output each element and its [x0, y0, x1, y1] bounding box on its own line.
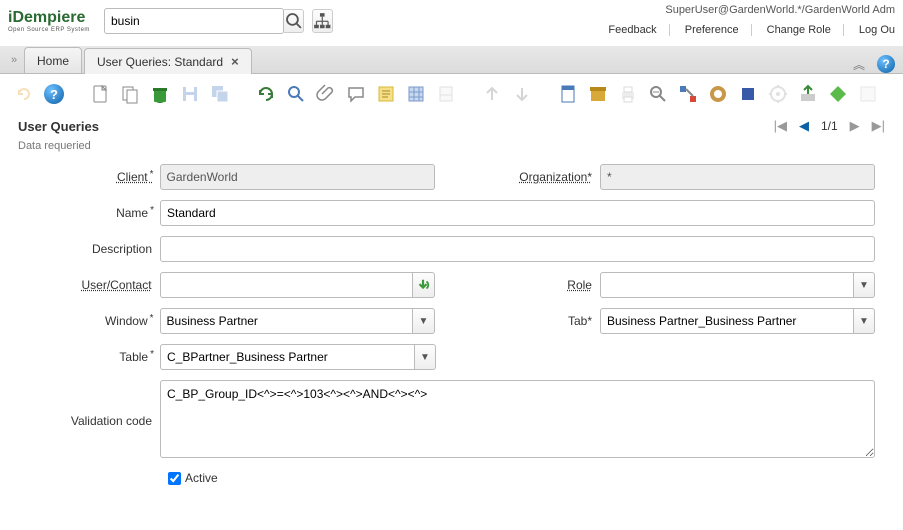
zoom-across-icon[interactable] — [646, 82, 670, 106]
workflow-icon[interactable] — [676, 82, 700, 106]
tab-home-label: Home — [37, 54, 69, 68]
tab-input[interactable] — [600, 308, 853, 334]
table-dropdown-icon[interactable]: ▼ — [414, 344, 436, 370]
role-dropdown-icon[interactable]: ▼ — [853, 272, 875, 298]
first-record-icon[interactable]: |◀ — [774, 118, 787, 134]
window-label: Window* — [28, 314, 160, 328]
name-label: Name* — [28, 206, 160, 220]
window-dropdown-icon[interactable]: ▼ — [412, 308, 434, 334]
export-icon[interactable] — [796, 82, 820, 106]
next-record-icon[interactable]: ▶ — [850, 118, 860, 134]
active-label: Active — [185, 471, 218, 485]
history-icon — [434, 82, 458, 106]
process-icon — [766, 82, 790, 106]
refresh-icon[interactable] — [254, 82, 278, 106]
find-icon[interactable] — [284, 82, 308, 106]
sidebar-expand-toggle[interactable]: » — [4, 47, 24, 73]
table-input[interactable] — [160, 344, 414, 370]
name-input[interactable] — [160, 200, 875, 226]
user-info: SuperUser@GardenWorld.*/GardenWorld Adm — [596, 4, 895, 16]
product-info-icon[interactable] — [736, 82, 760, 106]
user-contact-lookup-icon[interactable] — [412, 272, 434, 298]
organization-label[interactable]: Organization* — [514, 170, 600, 184]
copy-record-icon[interactable] — [118, 82, 142, 106]
feedback-link[interactable]: Feedback — [596, 24, 669, 36]
undo-icon — [12, 82, 36, 106]
request-icon[interactable] — [706, 82, 730, 106]
prev-record-icon[interactable]: ◀ — [799, 118, 809, 134]
description-input[interactable] — [160, 236, 875, 262]
description-label: Description — [28, 242, 160, 256]
grid-toggle-icon[interactable] — [404, 82, 428, 106]
global-search-input[interactable] — [104, 8, 284, 34]
new-record-icon[interactable] — [88, 82, 112, 106]
search-button[interactable] — [284, 9, 304, 33]
save-new-icon — [208, 82, 232, 106]
logout-link[interactable]: Log Ou — [847, 24, 895, 36]
organization-field — [600, 164, 875, 190]
table-label: Table* — [28, 350, 160, 364]
tree-menu-button[interactable] — [312, 9, 333, 33]
validation-textarea[interactable]: C_BP_Group_ID<^>=<^>103<^><^>AND<^><^> — [160, 380, 875, 458]
collapse-toolbar-icon[interactable]: ︽ — [853, 56, 865, 73]
user-contact-label[interactable]: User/Contact — [28, 278, 160, 292]
note-icon[interactable] — [374, 82, 398, 106]
customize-icon — [856, 82, 880, 106]
detail-record-icon — [510, 82, 534, 106]
delete-record-icon[interactable] — [148, 82, 172, 106]
role-label[interactable]: Role — [514, 278, 600, 292]
close-tab-icon[interactable]: × — [231, 54, 239, 69]
tab-label: Tab* — [514, 314, 600, 328]
tab-user-queries-label: User Queries: Standard — [97, 55, 223, 69]
role-input[interactable] — [600, 272, 853, 298]
attachment-icon[interactable] — [314, 82, 338, 106]
user-contact-input[interactable] — [160, 272, 413, 298]
record-counter: 1/1 — [821, 119, 838, 133]
tab-dropdown-icon[interactable]: ▼ — [853, 308, 875, 334]
tab-user-queries[interactable]: User Queries: Standard × — [84, 48, 252, 74]
parent-record-icon — [480, 82, 504, 106]
validation-label: Validation code — [28, 414, 160, 428]
logo: iDempiere Open Source ERP System — [0, 4, 100, 38]
client-label[interactable]: Client* — [28, 170, 160, 184]
client-field — [160, 164, 435, 190]
page-title: User Queries — [18, 119, 99, 134]
import-icon[interactable] — [826, 82, 850, 106]
print-icon — [616, 82, 640, 106]
window-input[interactable] — [160, 308, 413, 334]
logo-subtitle: Open Source ERP System — [8, 27, 100, 33]
toolbar: ? — [0, 74, 903, 114]
logo-text: iDempiere — [8, 9, 100, 27]
help-toolbar-icon[interactable]: ? — [42, 82, 66, 106]
archive-icon[interactable] — [586, 82, 610, 106]
save-record-icon — [178, 82, 202, 106]
last-record-icon[interactable]: ▶| — [872, 118, 885, 134]
help-icon[interactable]: ? — [877, 55, 895, 73]
chat-icon[interactable] — [344, 82, 368, 106]
change-role-link[interactable]: Change Role — [755, 24, 844, 36]
active-checkbox[interactable] — [168, 472, 181, 485]
report-icon[interactable] — [556, 82, 580, 106]
preference-link[interactable]: Preference — [673, 24, 752, 36]
status-message: Data requeried — [0, 138, 903, 154]
tab-home[interactable]: Home — [24, 47, 82, 73]
